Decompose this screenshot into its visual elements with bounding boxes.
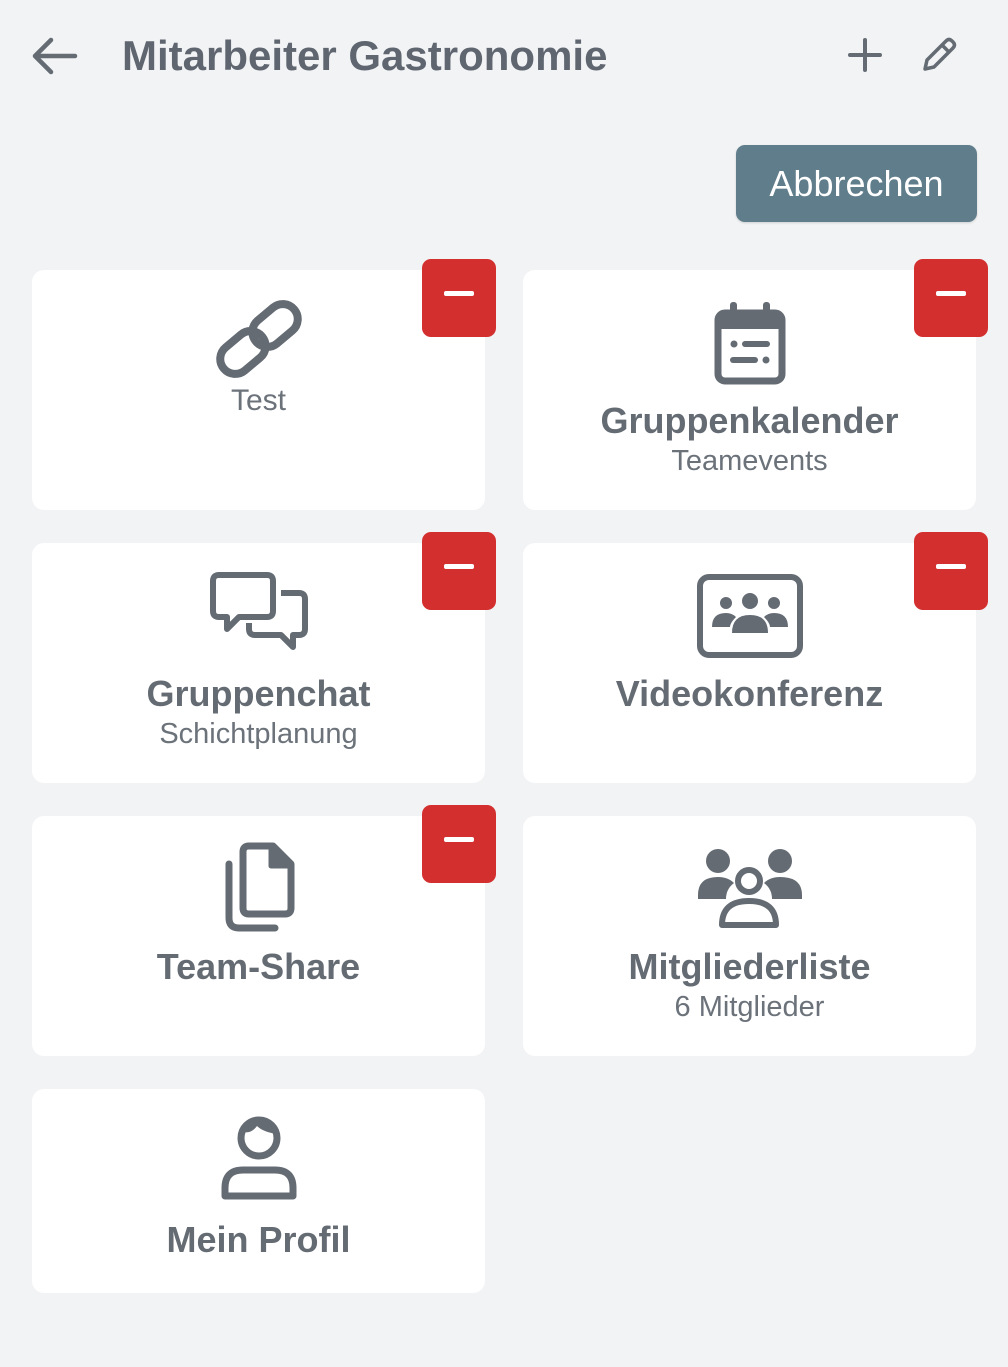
tile-label: Gruppenchat [146,673,371,714]
tile-label: Mitgliederliste [628,946,871,987]
tile-gruppenkalender[interactable]: Gruppenkalender Teamevents [523,270,976,510]
tile-team-share[interactable]: Team-Share [32,816,485,1056]
plus-icon [848,38,882,72]
arrow-left-icon [32,37,78,75]
tile-mitgliederliste[interactable]: Mitgliederliste 6 Mitglieder [523,816,976,1056]
remove-tile-gruppenchat-button[interactable] [422,532,496,610]
remove-tile-gruppenkalender-button[interactable] [914,259,988,337]
members-icon [697,849,802,928]
calendar-icon [714,302,785,385]
link-icon [215,300,302,378]
remove-tile-test-button[interactable] [422,259,496,337]
minus-icon [444,563,474,569]
remove-tile-team-share-button[interactable] [422,805,496,883]
tile-sublabel: 6 Mitglieder [674,991,825,1023]
tile-sublabel: Teamevents [671,445,828,477]
remove-tile-videokonferenz-button[interactable] [914,532,988,610]
video-conference-icon [696,574,803,658]
documents-icon [225,842,294,932]
minus-icon [444,290,474,296]
app-header: Mitarbeiter Gastronomie [0,0,1008,115]
tile-mein-profil[interactable]: Mein Profil [32,1089,485,1293]
pencil-icon [923,37,957,71]
minus-icon [936,563,966,569]
profile-icon [221,1116,296,1200]
tile-sublabel: Schichtplanung [159,718,358,750]
tile-label: Mein Profil [166,1219,351,1260]
tile-label: Videokonferenz [615,673,884,714]
tile-label: Gruppenkalender [600,400,899,441]
edit-button[interactable] [914,30,964,80]
page-title: Mitarbeiter Gastronomie [122,32,608,79]
tile-videokonferenz[interactable]: Videokonferenz [523,543,976,783]
cancel-button[interactable]: Abbrechen [736,145,977,222]
back-button[interactable] [22,26,86,86]
tile-gruppenchat[interactable]: Gruppenchat Schichtplanung [32,543,485,783]
tile-test[interactable]: Test [32,270,485,510]
tile-label: Test [230,384,287,417]
add-button[interactable] [840,30,890,80]
minus-icon [936,290,966,296]
chat-icon [209,572,308,650]
minus-icon [444,836,474,842]
tile-label: Team-Share [156,946,361,987]
